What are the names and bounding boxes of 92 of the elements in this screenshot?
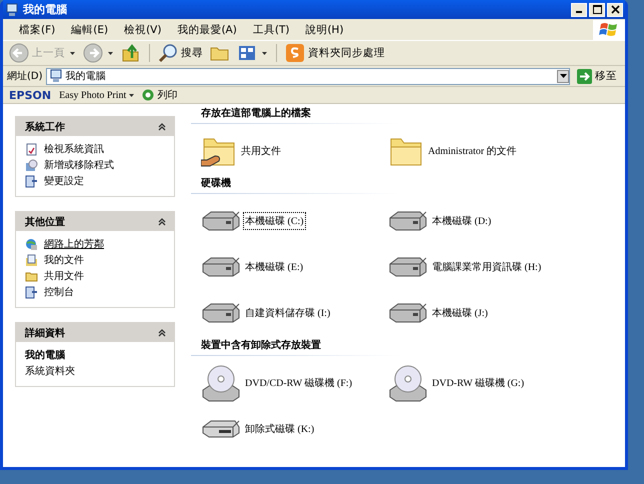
control-panel-icon [25,286,38,298]
drive-item[interactable]: 電腦課業常用資訊碟 (H:) [388,248,588,286]
folder-up-icon [121,43,141,63]
task-link[interactable]: 我的文件 [44,253,84,267]
drive-item[interactable]: 本機磁碟 (D:) [388,202,588,240]
group-heading: 裝置中含有卸除式存放裝置 [201,338,322,352]
hard-drive-icon [201,302,241,324]
drive-label: 本機磁碟 (E:) [244,260,304,275]
group-heading: 硬碟機 [201,176,232,190]
collapse-chevron-icon[interactable] [158,218,166,226]
task-link[interactable]: 變更設定 [44,174,84,188]
drive-label: 共用文件 [240,144,282,159]
close-button[interactable] [607,2,623,16]
hard-drive-icon [201,256,241,278]
drive-label: 自建資料儲存碟 (I:) [244,306,332,321]
collapse-chevron-icon[interactable] [158,122,166,130]
drive-label: 本機磁碟 (J:) [431,306,489,321]
hard-drive-icon [388,302,428,324]
panel-header[interactable]: 系統工作 [16,117,174,136]
menu-item[interactable]: 工具(T) [244,22,298,36]
panel-title: 詳細資料 [25,326,65,340]
removable-drive-icon [201,419,241,439]
drive-item[interactable]: 本機磁碟 (C:) [201,202,388,240]
drive-label: 本機磁碟 (C:) [244,213,305,229]
address-field[interactable]: 我的電腦 [46,68,570,84]
sync-button[interactable]: 資料夾同步處理 [283,42,387,64]
drive-item[interactable]: 本機磁碟 (J:) [388,294,588,332]
search-button[interactable]: 搜尋 [156,42,205,64]
dropdown-caret-icon[interactable] [70,52,75,54]
cd-box-icon [25,158,38,172]
drive-label: DVD/CD-RW 磁碟機 (F:) [244,376,354,391]
task-link[interactable]: 檢視系統資訊 [44,142,104,156]
documents-icon [25,254,38,266]
drive-label: 本機磁碟 (D:) [431,214,492,229]
drive-item[interactable]: DVD-RW 磁碟機 (G:) [388,364,588,402]
drive-item[interactable]: 自建資料儲存碟 (I:) [201,294,388,332]
easy-photo-print-button[interactable]: Easy Photo Print [59,90,134,100]
panel-title: 其他位置 [25,216,65,228]
drive-item[interactable]: DVD/CD-RW 磁碟機 (F:) [201,364,388,402]
drive-item[interactable]: 共用文件 [201,132,388,170]
epson-logo: EPSON [9,88,52,102]
document-icon [25,142,38,156]
hard-drive-icon [388,210,428,232]
menu-item[interactable]: 檢視(V) [116,22,170,36]
details-type: 系統資料夾 [25,364,76,378]
maximize-button[interactable] [589,2,605,16]
menu-item[interactable]: 檔案(F) [11,22,64,36]
sync-icon [285,43,305,63]
drive-label: 卸除式磁碟 (K:) [244,422,316,437]
minimize-button[interactable] [571,2,587,16]
optical-drive-icon [201,364,241,402]
globe-computer-icon [25,238,38,250]
window-title: 我的電腦 [23,2,68,17]
task-link[interactable]: 共用文件 [44,269,84,283]
collapse-chevron-icon[interactable] [158,328,166,336]
address-label: 網址(D) [7,70,43,83]
drive-item[interactable]: Administrator 的文件 [388,132,588,170]
hard-drive-icon [201,210,241,232]
drive-item[interactable]: 本機磁碟 (E:) [201,248,388,286]
go-button[interactable]: 移至 [573,68,621,84]
dropdown-caret-icon[interactable] [262,52,267,54]
caret-icon [560,74,566,78]
panel-title: 系統工作 [25,120,65,134]
task-link[interactable]: 網路上的芳鄰 [44,237,104,251]
dropdown-caret-icon[interactable] [108,52,113,54]
computer-icon [48,69,63,83]
group-heading: 存放在這部電腦上的檔案 [201,106,312,120]
drive-label: 電腦課業常用資訊碟 (H:) [431,260,542,275]
details-name: 我的電腦 [25,348,66,362]
maximize-icon [592,5,602,14]
go-arrow-icon [577,68,592,84]
dropdown-button[interactable] [557,70,569,82]
hard-drive-icon [388,256,428,278]
close-icon [610,5,620,14]
search-icon [158,43,178,63]
drive-item[interactable]: 卸除式磁碟 (K:) [201,410,388,448]
menu-item[interactable]: 編輯(E) [63,22,116,36]
task-link[interactable]: 新增或移除程式 [44,158,114,172]
task-link[interactable]: 控制台 [44,285,74,299]
control-panel-icon [25,174,38,188]
print-button[interactable]: 列印 [142,88,178,102]
optical-drive-icon [388,364,428,402]
menu-item[interactable]: 我的最愛(A) [169,22,245,36]
panel-header[interactable]: 其他位置 [16,212,174,231]
folder-icon [25,270,38,282]
panel-header[interactable]: 詳細資料 [16,323,174,342]
drive-label: DVD-RW 磁碟機 (G:) [431,376,526,391]
menu-item[interactable]: 說明(H) [297,22,352,36]
computer-icon [5,2,19,16]
view-grid-icon [237,43,257,63]
caret-icon [129,94,134,96]
drive-label: Administrator 的文件 [427,144,518,159]
